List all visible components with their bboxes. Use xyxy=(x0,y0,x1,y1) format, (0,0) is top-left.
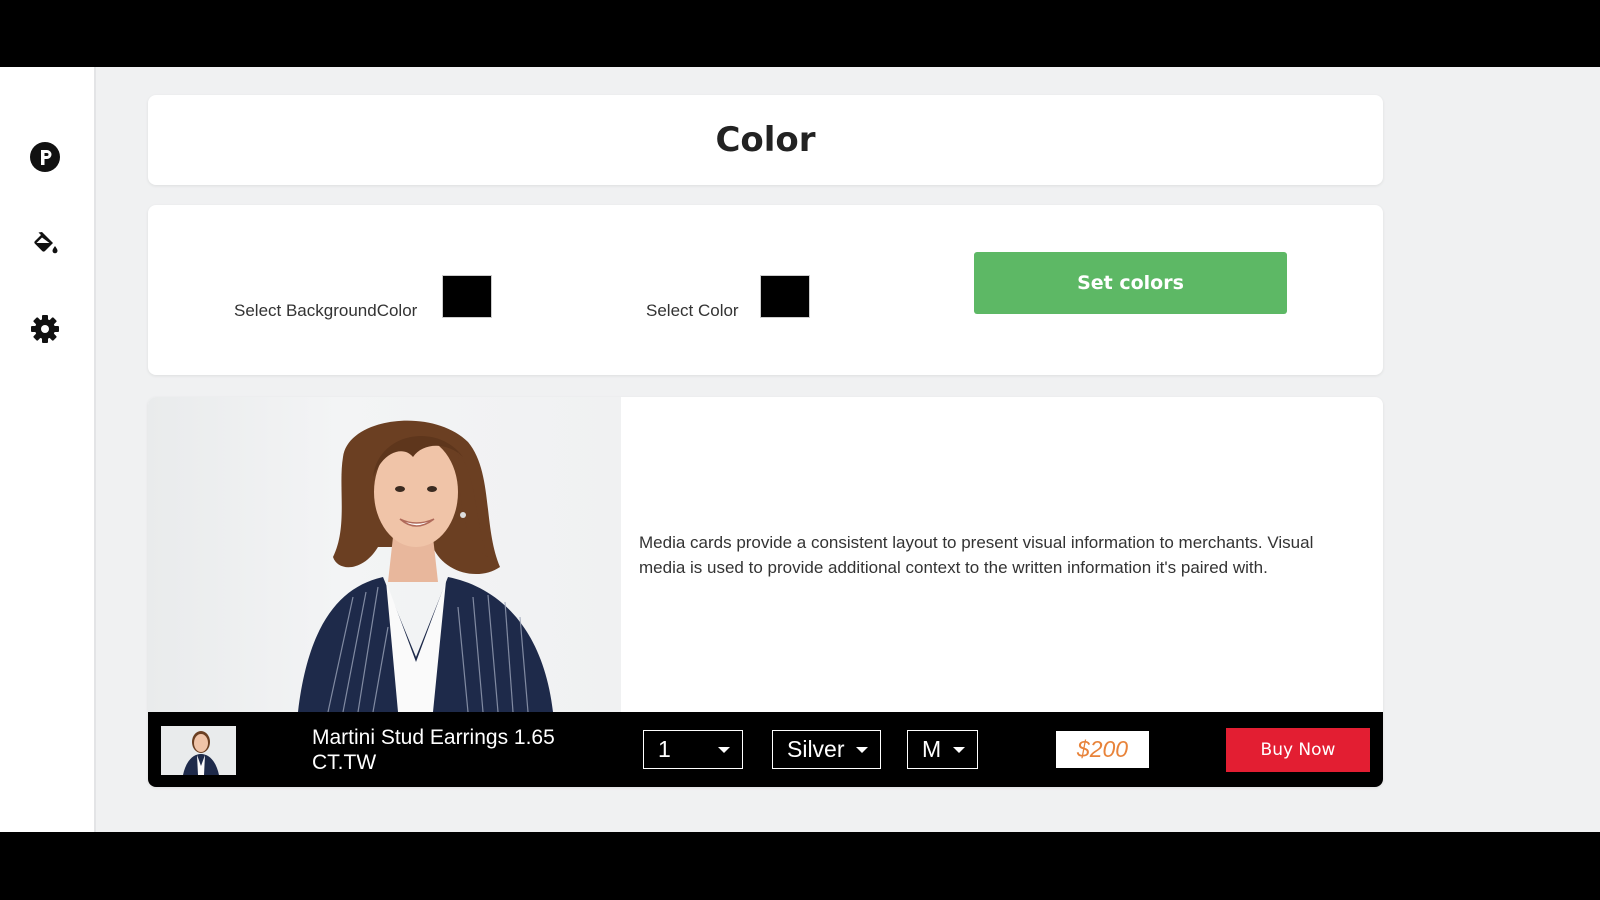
top-black-bar xyxy=(0,0,1600,67)
quantity-value: 1 xyxy=(658,736,671,762)
metal-select[interactable]: Silver xyxy=(772,730,881,769)
background-color-label: Select BackgroundColor xyxy=(234,301,418,320)
metal-value: Silver xyxy=(787,736,845,762)
text-color-picker[interactable] xyxy=(760,275,810,318)
bottom-black-bar xyxy=(0,832,1600,900)
product-name: Martini Stud Earrings 1.65 CT.TW xyxy=(312,726,555,774)
title-card: Color xyxy=(148,95,1383,185)
page-title: Color xyxy=(715,120,816,160)
paint-bucket-icon[interactable] xyxy=(29,227,61,259)
chevron-down-icon xyxy=(718,747,730,753)
chevron-down-icon xyxy=(953,747,965,753)
media-card: Media cards provide a consistent layout … xyxy=(148,397,1383,787)
buy-now-button[interactable]: Buy Now xyxy=(1226,728,1370,772)
set-colors-button[interactable]: Set colors xyxy=(974,252,1287,314)
gear-icon[interactable] xyxy=(29,313,61,345)
product-thumbnail xyxy=(161,726,236,775)
text-color-label: Select Color xyxy=(646,301,739,320)
media-description: Media cards provide a consistent layout … xyxy=(639,533,1314,577)
background-color-picker[interactable] xyxy=(442,275,492,318)
buy-bar: Martini Stud Earrings 1.65 CT.TW 1 Silve… xyxy=(148,712,1383,787)
price-badge: $200 xyxy=(1056,731,1149,768)
size-value: M xyxy=(922,736,942,762)
p-logo-icon[interactable] xyxy=(29,141,61,173)
quantity-select[interactable]: 1 xyxy=(643,730,743,769)
color-settings-card: Select BackgroundColor Select Color Set … xyxy=(148,205,1383,375)
product-photo xyxy=(148,397,621,712)
app-window: Color Select BackgroundColor Select Colo… xyxy=(0,67,1600,832)
sidebar xyxy=(0,67,96,832)
size-select[interactable]: M xyxy=(907,730,978,769)
chevron-down-icon xyxy=(856,747,868,753)
